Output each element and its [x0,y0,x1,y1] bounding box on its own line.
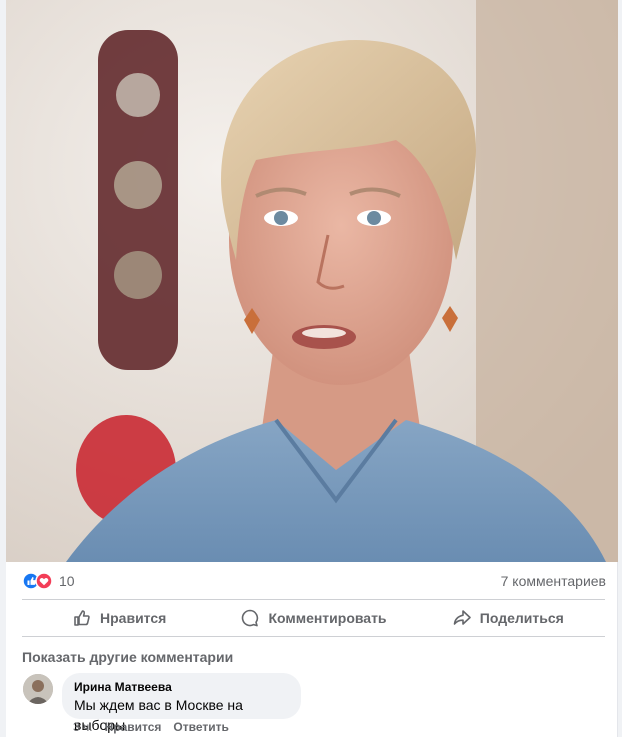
post-card: 10 7 комментариев Нравится Комментироват… [6,0,618,737]
divider [22,599,605,600]
show-more-comments-link[interactable]: Показать другие комментарии [22,649,233,665]
post-stats: 10 7 комментариев [22,568,606,594]
comment-icon [242,609,259,627]
share-icon [453,610,471,625]
reaction-count[interactable]: 10 [59,573,75,589]
share-button[interactable]: Поделиться [411,601,605,635]
love-icon [35,572,53,590]
like-button[interactable]: Нравится [22,601,216,635]
comment-meta: 3 ч. Нравится Ответить [73,720,229,734]
avatar-image [23,674,53,704]
portrait-image [6,0,618,562]
reactions-summary[interactable] [22,572,54,590]
comment-like-link[interactable]: Нравится [105,720,162,734]
comment-reply-link[interactable]: Ответить [173,720,228,734]
post-actions: Нравится Комментировать Поделиться [22,601,605,635]
comment-bubble: Ирина Матвеева Мы ждем вас в Москве на в… [62,673,301,733]
comment-time[interactable]: 3 ч. [73,720,93,734]
comment-button[interactable]: Комментировать [216,601,410,635]
thumbs-up-icon [74,610,90,626]
divider [22,636,605,637]
share-label: Поделиться [479,610,564,626]
post-photo[interactable] [6,0,618,562]
comment-author[interactable]: Ирина Матвеева [74,679,289,695]
comments-count[interactable]: 7 комментариев [501,573,606,589]
comment-label: Комментировать [268,610,387,626]
avatar[interactable] [23,674,53,704]
like-label: Нравится [100,610,167,626]
